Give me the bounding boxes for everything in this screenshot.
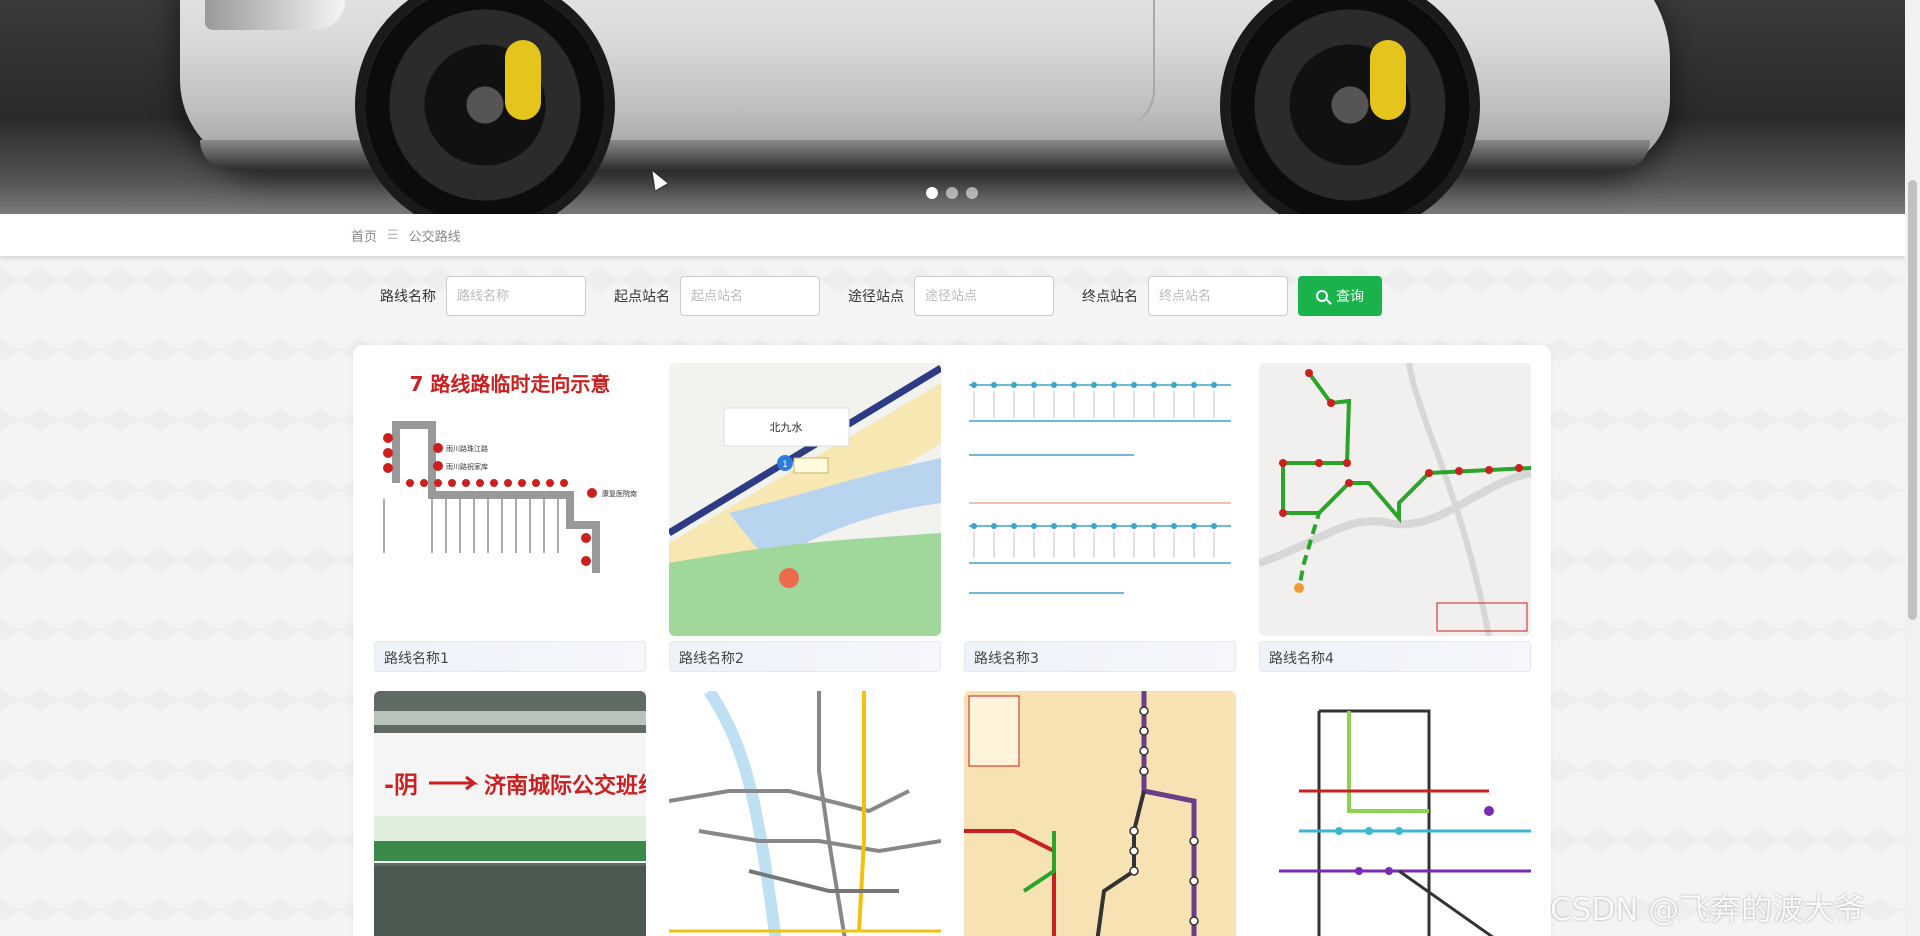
route-card[interactable] bbox=[1259, 691, 1531, 936]
breadcrumb-home-link[interactable]: 首页 bbox=[351, 226, 377, 245]
route-thumbnail bbox=[669, 691, 941, 936]
search-button[interactable]: 查询 bbox=[1298, 276, 1382, 316]
route-1-heading: 7 路线路临时走向示意 bbox=[410, 372, 611, 396]
carousel-indicators bbox=[926, 187, 978, 199]
route-card[interactable] bbox=[669, 691, 941, 936]
route-thumbnail bbox=[1259, 363, 1531, 636]
route-thumbnail: 7 路线路临时走向示意 雨川路珠江路 雨川路祝家库 康复医院南 bbox=[374, 363, 646, 636]
breadcrumb: 首页 ☰ 公交路线 bbox=[351, 226, 461, 245]
svg-text:1: 1 bbox=[782, 460, 788, 470]
breadcrumb-separator-icon: ☰ bbox=[387, 228, 399, 243]
car-door-line bbox=[735, 0, 1155, 130]
route-name-input[interactable] bbox=[446, 276, 586, 316]
search-button-label: 查询 bbox=[1336, 289, 1364, 305]
car-headlight bbox=[205, 0, 345, 30]
end-station-input[interactable] bbox=[1148, 276, 1288, 316]
route-thumbnail: 北九水 1 bbox=[669, 363, 941, 636]
watermark: CSDN @飞奔的波大爷 bbox=[1550, 892, 1866, 928]
svg-text:雨川路祝家库: 雨川路祝家库 bbox=[446, 462, 488, 471]
breadcrumb-bar: 首页 ☰ 公交路线 bbox=[0, 214, 1905, 256]
start-station-input[interactable] bbox=[680, 276, 820, 316]
scrollbar-thumb[interactable] bbox=[1908, 180, 1917, 620]
via-station-label: 途径站点 bbox=[848, 289, 904, 305]
search-form: 路线名称 起点站名 途径站点 终点站名 查询 bbox=[380, 275, 1382, 317]
route-thumbnail bbox=[964, 363, 1236, 636]
route-thumbnail: -阴 济南城际公交班线 bbox=[374, 691, 646, 936]
route-card[interactable]: 北九水 1 路线名称2 bbox=[669, 363, 941, 672]
carousel-dot-2[interactable] bbox=[946, 187, 958, 199]
carousel-dot-1[interactable] bbox=[926, 187, 938, 199]
svg-text:-阴: -阴 bbox=[384, 771, 418, 799]
mouse-cursor-icon bbox=[646, 167, 668, 191]
route-name-label: 路线名称 bbox=[380, 289, 436, 305]
svg-text:康复医院南: 康复医院南 bbox=[602, 489, 637, 498]
route-card-title[interactable]: 路线名称2 bbox=[669, 641, 941, 672]
hero-banner-carousel[interactable] bbox=[0, 0, 1905, 214]
route-card-title[interactable]: 路线名称4 bbox=[1259, 641, 1531, 672]
route-card-title[interactable]: 路线名称3 bbox=[964, 641, 1236, 672]
route-thumbnail bbox=[1259, 691, 1531, 936]
route-card[interactable]: 7 路线路临时走向示意 雨川路珠江路 雨川路祝家库 康复医院南 路线名称1 bbox=[374, 363, 646, 672]
via-station-input[interactable] bbox=[914, 276, 1054, 316]
route-card[interactable]: 路线名称3 bbox=[964, 363, 1236, 672]
route-card[interactable]: 路线名称4 bbox=[1259, 363, 1531, 672]
page-scrollbar[interactable] bbox=[1905, 0, 1920, 936]
car-front-wheel bbox=[365, 0, 605, 214]
bus-banner-text: 济南城际公交班线 bbox=[484, 773, 646, 799]
route-card[interactable]: -阴 济南城际公交班线 bbox=[374, 691, 646, 936]
breadcrumb-current: 公交路线 bbox=[408, 230, 461, 245]
route-card-title[interactable]: 路线名称1 bbox=[374, 641, 646, 672]
route-card[interactable] bbox=[964, 691, 1236, 936]
car-rear-wheel bbox=[1230, 0, 1470, 214]
search-icon bbox=[1316, 290, 1328, 302]
route-thumbnail bbox=[964, 691, 1236, 936]
carousel-dot-3[interactable] bbox=[966, 187, 978, 199]
start-station-label: 起点站名 bbox=[614, 289, 670, 305]
end-station-label: 终点站名 bbox=[1082, 289, 1138, 305]
map-label: 北九水 bbox=[770, 421, 803, 434]
svg-text:雨川路珠江路: 雨川路珠江路 bbox=[446, 444, 488, 453]
route-list-panel: 7 路线路临时走向示意 雨川路珠江路 雨川路祝家库 康复医院南 路线名称1 北九… bbox=[353, 345, 1551, 936]
